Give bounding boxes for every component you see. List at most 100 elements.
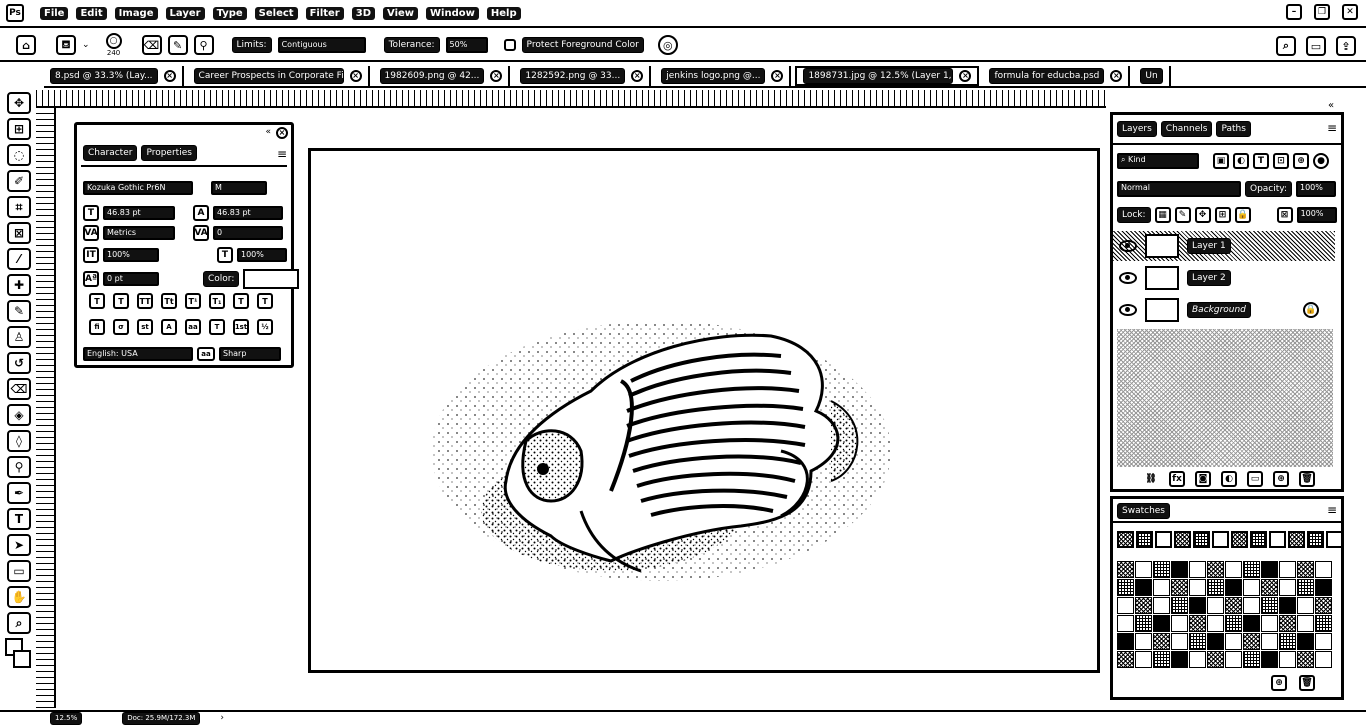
menu-help[interactable]: Help — [486, 6, 521, 20]
swatch[interactable] — [1261, 579, 1278, 596]
swatch[interactable] — [1231, 531, 1248, 548]
swatch[interactable] — [1225, 561, 1242, 578]
tab-channels[interactable]: Channels — [1160, 121, 1213, 137]
swatch[interactable] — [1189, 579, 1206, 596]
eraser-tool-icon[interactable]: ⌫ — [7, 378, 31, 400]
menu-layer[interactable]: Layer — [165, 6, 205, 20]
opentype-button[interactable]: fi — [89, 319, 105, 335]
zoom-level[interactable]: 12.5% — [50, 711, 83, 725]
swatch[interactable] — [1153, 597, 1170, 614]
opentype-button[interactable]: aa — [185, 319, 201, 335]
document-tab[interactable]: 8.psd @ 33.3% (Lay... × — [44, 66, 184, 86]
tab-swatches[interactable]: Swatches — [1117, 503, 1170, 519]
layer-row[interactable]: Layer 2 — [1113, 263, 1335, 293]
menu-image[interactable]: Image — [114, 6, 158, 20]
new-layer-icon[interactable]: ⊕ — [1273, 471, 1289, 487]
filter-pixel-icon[interactable]: ▣ — [1213, 153, 1229, 169]
swatch[interactable] — [1174, 531, 1191, 548]
swatch[interactable] — [1207, 579, 1224, 596]
type-style-button[interactable]: T¹ — [185, 293, 201, 309]
tolerance-input[interactable]: 50% — [445, 37, 488, 53]
filter-kind-select[interactable]: ⌕ Kind — [1117, 153, 1199, 169]
visibility-eye-icon[interactable] — [1119, 240, 1137, 252]
close-icon[interactable]: ✕ — [1342, 4, 1358, 20]
swatch[interactable] — [1153, 633, 1170, 650]
swatch[interactable] — [1135, 615, 1152, 632]
search-icon[interactable]: ⌕ — [1276, 36, 1296, 56]
tab-close-icon[interactable]: × — [163, 70, 176, 82]
font-style-select[interactable]: M — [211, 181, 267, 195]
swatch[interactable] — [1243, 651, 1260, 668]
swatch[interactable] — [1153, 651, 1170, 668]
swatch[interactable] — [1315, 561, 1332, 578]
swatch[interactable] — [1135, 579, 1152, 596]
minimize-icon[interactable]: – — [1286, 4, 1302, 20]
lock-artboard-icon[interactable]: ⊞ — [1214, 207, 1231, 223]
rectangle-tool-icon[interactable]: ▭ — [7, 560, 31, 582]
dodge-tool-icon[interactable]: ⚲ — [7, 456, 31, 478]
text-color-swatch[interactable] — [243, 269, 300, 289]
swatch[interactable] — [1207, 633, 1224, 650]
layer-row[interactable]: Layer 1 — [1113, 231, 1335, 261]
swatch[interactable] — [1171, 633, 1188, 650]
swatch[interactable] — [1243, 561, 1260, 578]
swatch[interactable] — [1279, 615, 1296, 632]
swatch[interactable] — [1261, 651, 1278, 668]
filter-shape-icon[interactable]: ⊡ — [1273, 153, 1289, 169]
lock-transparent-icon[interactable]: ▦ — [1154, 207, 1171, 223]
swatch[interactable] — [1117, 561, 1134, 578]
swatch[interactable] — [1189, 615, 1206, 632]
swatch[interactable] — [1279, 651, 1296, 668]
brush-mode-icon[interactable]: ✎ — [167, 35, 188, 55]
swatch[interactable] — [1279, 633, 1296, 650]
swatch[interactable] — [1193, 531, 1210, 548]
swatch[interactable] — [1279, 561, 1296, 578]
pressure-icon[interactable]: ◎ — [657, 35, 678, 55]
opentype-button[interactable]: σ — [113, 319, 129, 335]
brush-preset[interactable]: ○ 240 — [105, 33, 122, 57]
swatch[interactable] — [1225, 615, 1242, 632]
swatch[interactable] — [1117, 531, 1134, 548]
filter-adjustment-icon[interactable]: ◐ — [1233, 153, 1249, 169]
lock-position-icon[interactable]: ✥ — [1194, 207, 1211, 223]
clone-stamp-tool-icon[interactable]: ♙ — [7, 326, 31, 348]
new-group-icon[interactable]: ▭ — [1247, 471, 1263, 487]
delete-layer-icon[interactable]: 🗑 — [1299, 471, 1315, 487]
menu-edit[interactable]: Edit — [76, 6, 107, 20]
swatch[interactable] — [1207, 597, 1224, 614]
add-mask-icon[interactable]: ◙ — [1195, 471, 1211, 487]
font-size-input[interactable]: 46.83 pt — [103, 206, 175, 220]
eyedropper-tool-icon[interactable]: ⁄ — [7, 248, 31, 270]
swatch[interactable] — [1261, 615, 1278, 632]
lasso-tool-icon[interactable]: ◌ — [7, 144, 31, 166]
leading-input[interactable]: 46.83 pt — [213, 206, 283, 220]
tab-close-icon[interactable]: × — [959, 70, 972, 82]
font-family-select[interactable]: Kozuka Gothic Pr6N — [83, 181, 193, 195]
visibility-eye-icon[interactable] — [1119, 272, 1137, 284]
swatch[interactable] — [1326, 531, 1343, 548]
tab-properties[interactable]: Properties — [141, 145, 197, 161]
opentype-button[interactable]: st — [137, 319, 153, 335]
opacity-input[interactable]: 100% — [1296, 181, 1336, 197]
swatch[interactable] — [1117, 579, 1134, 596]
fx-icon[interactable]: fx — [1169, 471, 1185, 487]
swatch[interactable] — [1297, 561, 1314, 578]
adjustment-layer-icon[interactable]: ◐ — [1221, 471, 1237, 487]
panel-menu-icon[interactable]: ≡ — [1327, 121, 1337, 135]
swatch[interactable] — [1136, 531, 1153, 548]
swatch[interactable] — [1212, 531, 1229, 548]
swatch[interactable] — [1297, 633, 1314, 650]
fill-input[interactable]: 100% — [1296, 207, 1337, 223]
menu-filter[interactable]: Filter — [305, 6, 344, 20]
opentype-button[interactable]: A — [161, 319, 177, 335]
lock-all-icon[interactable]: 🔒 — [1234, 207, 1251, 223]
swatch[interactable] — [1207, 651, 1224, 668]
swatch[interactable] — [1315, 651, 1332, 668]
crop-tool-icon[interactable]: ⌗ — [7, 196, 31, 218]
zoom-tool-icon[interactable]: ⌕ — [7, 612, 31, 634]
type-style-button[interactable]: T — [89, 293, 105, 309]
delete-swatch-icon[interactable]: 🗑 — [1299, 675, 1315, 691]
eraser-mode-icon[interactable]: ⌫ — [141, 35, 162, 55]
panel-menu-icon[interactable]: ≡ — [1327, 503, 1337, 517]
workspace-icon[interactable]: ▭ — [1306, 36, 1326, 56]
